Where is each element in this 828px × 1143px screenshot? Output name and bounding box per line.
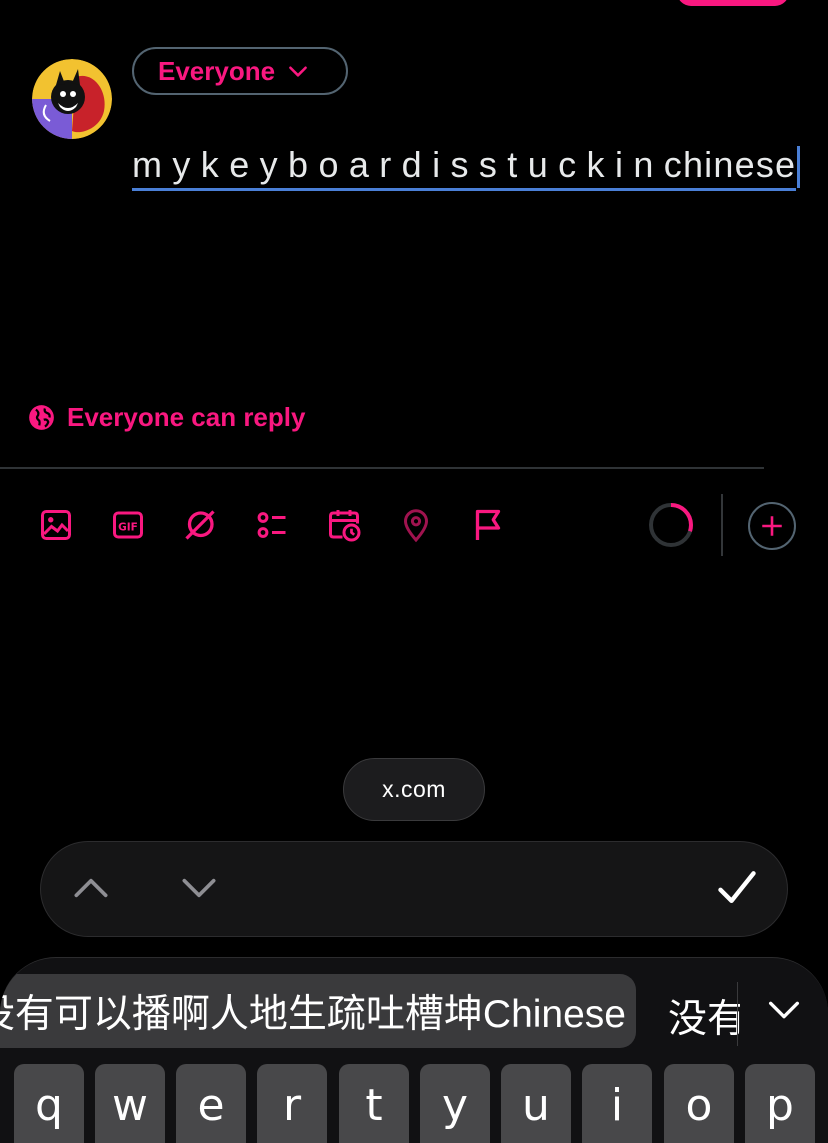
gif-icon: GIF xyxy=(113,511,143,539)
key-w[interactable]: w xyxy=(95,1064,165,1143)
audience-selector[interactable]: Everyone xyxy=(132,47,348,95)
poll-icon xyxy=(257,512,286,538)
avatar-image xyxy=(32,59,112,139)
key-t[interactable]: t xyxy=(339,1064,409,1143)
plus-icon xyxy=(762,516,782,536)
audience-label: Everyone xyxy=(158,55,276,86)
image-icon xyxy=(41,510,71,540)
toolbar-divider xyxy=(721,494,723,556)
input-accessory-bar xyxy=(40,841,788,937)
candidate-secondary[interactable]: 没有 xyxy=(668,988,740,1044)
key-p[interactable]: p xyxy=(745,1064,815,1143)
avatar[interactable] xyxy=(32,59,112,139)
post-button[interactable] xyxy=(677,0,789,6)
flag-icon xyxy=(475,509,501,540)
schedule-icon xyxy=(329,510,361,542)
compose-input[interactable]: m y k e y b o a r d i s s t u c k i n ch… xyxy=(132,142,801,194)
schedule-button[interactable] xyxy=(324,505,364,545)
key-q[interactable]: q xyxy=(14,1064,84,1143)
character-progress-ring xyxy=(649,503,693,547)
reply-setting-label: Everyone can reply xyxy=(67,402,306,432)
media-button[interactable] xyxy=(36,505,76,545)
key-y[interactable]: y xyxy=(420,1064,490,1143)
grok-button[interactable] xyxy=(180,505,220,545)
key-o[interactable]: o xyxy=(664,1064,734,1143)
chevron-down-icon xyxy=(769,1001,799,1019)
reply-setting-button[interactable]: Everyone can reply xyxy=(28,402,305,433)
key-i[interactable]: i xyxy=(582,1064,652,1143)
text-cursor xyxy=(797,146,801,188)
previous-field-button[interactable] xyxy=(63,860,119,916)
checkmark-icon xyxy=(718,871,756,904)
key-e[interactable]: e xyxy=(176,1064,246,1143)
svg-text:GIF: GIF xyxy=(118,521,138,533)
keyboard: 没有可以播啊人地生疏吐槽坤Chinese 没有 q w e r t y u i … xyxy=(0,957,828,1143)
divider xyxy=(0,467,764,469)
candidate-divider xyxy=(737,982,738,1046)
location-icon xyxy=(403,509,429,543)
candidate-primary[interactable]: 没有可以播啊人地生疏吐槽坤Chinese xyxy=(0,974,636,1048)
done-button[interactable] xyxy=(709,860,765,916)
chevron-down-icon xyxy=(182,878,216,898)
expand-candidates-button[interactable] xyxy=(760,986,808,1034)
globe-icon xyxy=(29,405,54,430)
next-field-button[interactable] xyxy=(171,860,227,916)
compose-text: m y k e y b o a r d i s s t u c k i n ch… xyxy=(132,142,797,191)
location-button xyxy=(396,505,436,545)
poll-button[interactable] xyxy=(252,505,292,545)
chevron-down-icon xyxy=(289,66,307,77)
key-r[interactable]: r xyxy=(257,1064,327,1143)
flag-button[interactable] xyxy=(468,505,508,545)
key-u[interactable]: u xyxy=(501,1064,571,1143)
grok-icon xyxy=(185,510,215,540)
gif-button[interactable]: GIF xyxy=(108,505,148,545)
chevron-up-icon xyxy=(74,878,108,898)
add-post-button[interactable] xyxy=(748,502,796,550)
url-indicator[interactable]: x.com xyxy=(343,758,485,821)
